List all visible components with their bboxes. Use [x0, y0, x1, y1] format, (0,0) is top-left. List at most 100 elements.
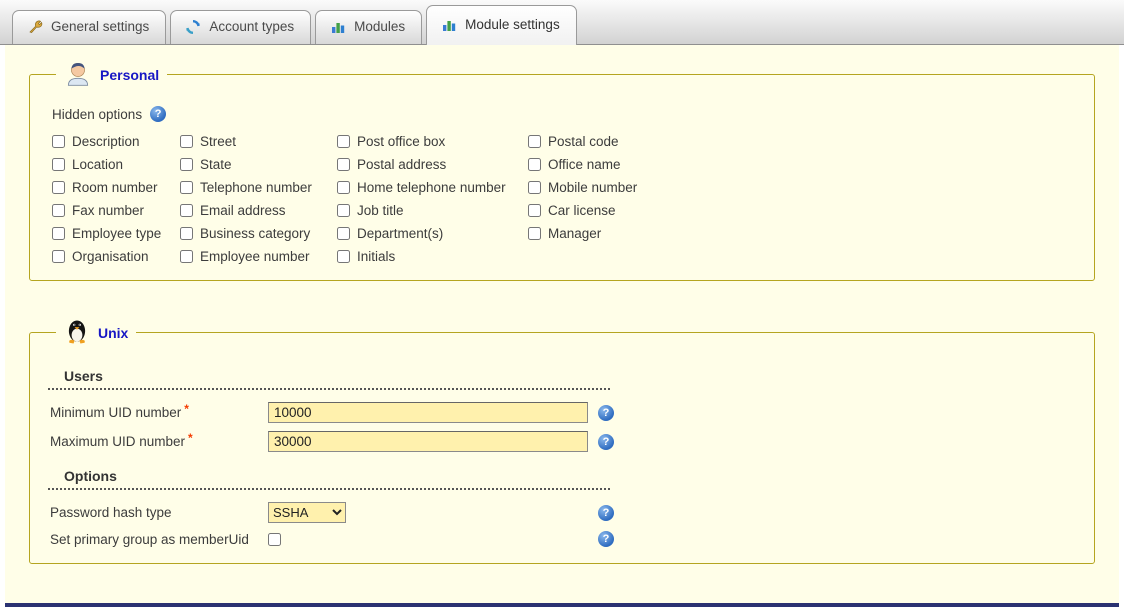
- hidden-option-label: Department(s): [357, 226, 443, 241]
- help-icon[interactable]: ?: [598, 434, 614, 450]
- hidden-option-checkbox[interactable]: [52, 135, 65, 148]
- hidden-option-checkbox[interactable]: [52, 204, 65, 217]
- help-icon[interactable]: ?: [598, 405, 614, 421]
- hidden-option-item[interactable]: Telephone number: [180, 180, 337, 195]
- content-area: Personal Hidden options ? Description Str…: [5, 45, 1119, 603]
- hidden-option-item[interactable]: Employee number: [180, 249, 337, 264]
- hidden-option-item[interactable]: Business category: [180, 226, 337, 241]
- hidden-option-checkbox[interactable]: [52, 227, 65, 240]
- required-marker: *: [188, 431, 193, 445]
- hidden-option-checkbox[interactable]: [528, 158, 541, 171]
- hidden-option-checkbox[interactable]: [337, 250, 350, 263]
- hidden-option-checkbox[interactable]: [528, 135, 541, 148]
- member-uid-checkbox[interactable]: [268, 533, 281, 546]
- hidden-option-checkbox[interactable]: [337, 227, 350, 240]
- max-uid-input[interactable]: [268, 431, 588, 452]
- hidden-option-label: Postal code: [548, 134, 619, 149]
- hidden-option-label: Street: [200, 134, 236, 149]
- hidden-options-grid: Description Street Post office box Postal c…: [52, 134, 1076, 264]
- hidden-option-checkbox[interactable]: [528, 204, 541, 217]
- hidden-option-item[interactable]: Mobile number: [528, 180, 728, 195]
- hidden-option-item[interactable]: Initials: [337, 249, 528, 264]
- hidden-option-item[interactable]: Street: [180, 134, 337, 149]
- hidden-option-label: Initials: [357, 249, 395, 264]
- password-hash-select[interactable]: SSHA: [268, 502, 346, 523]
- hidden-option-checkbox[interactable]: [180, 181, 193, 194]
- hidden-option-item[interactable]: Employee type: [52, 226, 180, 241]
- tab-label: General settings: [51, 19, 149, 34]
- hidden-option-item[interactable]: Postal address: [337, 157, 528, 172]
- modules-icon: [330, 19, 346, 35]
- person-icon: [64, 59, 92, 90]
- hidden-option-checkbox[interactable]: [337, 204, 350, 217]
- hidden-option-label: Employee type: [72, 226, 161, 241]
- max-uid-label: Maximum UID number*: [50, 434, 268, 449]
- hidden-option-label: Organisation: [72, 249, 149, 264]
- hidden-option-checkbox[interactable]: [337, 158, 350, 171]
- help-icon[interactable]: ?: [150, 106, 166, 122]
- hidden-option-item[interactable]: Fax number: [52, 203, 180, 218]
- hidden-option-item[interactable]: Post office box: [337, 134, 528, 149]
- max-uid-row: Maximum UID number* ?: [50, 431, 1076, 452]
- hidden-option-checkbox[interactable]: [52, 158, 65, 171]
- hidden-option-item[interactable]: Department(s): [337, 226, 528, 241]
- tab-label: Account types: [209, 19, 294, 34]
- hidden-option-checkbox[interactable]: [337, 135, 350, 148]
- personal-legend: Personal: [56, 59, 167, 90]
- hidden-option-checkbox[interactable]: [337, 181, 350, 194]
- hidden-option-checkbox[interactable]: [528, 181, 541, 194]
- hidden-option-item[interactable]: Location: [52, 157, 180, 172]
- hidden-option-label: Room number: [72, 180, 158, 195]
- hidden-option-checkbox[interactable]: [180, 158, 193, 171]
- hidden-option-checkbox[interactable]: [180, 135, 193, 148]
- hidden-option-label: State: [200, 157, 232, 172]
- required-marker: *: [184, 402, 189, 416]
- hidden-option-label: Business category: [200, 226, 310, 241]
- hidden-option-label: Telephone number: [200, 180, 312, 195]
- hidden-options-row: Hidden options ?: [52, 106, 1076, 122]
- tab-module-settings[interactable]: Module settings: [426, 5, 577, 45]
- users-subsection-header: Users: [48, 368, 610, 390]
- help-icon[interactable]: ?: [598, 505, 614, 521]
- unix-legend: Unix: [56, 317, 136, 348]
- hidden-option-item[interactable]: State: [180, 157, 337, 172]
- hidden-option-item[interactable]: Organisation: [52, 249, 180, 264]
- tab-general-settings[interactable]: General settings: [12, 10, 166, 44]
- hidden-option-label: Location: [72, 157, 123, 172]
- footer-bar: [5, 603, 1119, 607]
- hidden-option-label: Employee number: [200, 249, 310, 264]
- hidden-option-item[interactable]: Job title: [337, 203, 528, 218]
- hidden-option-item[interactable]: Email address: [180, 203, 337, 218]
- unix-section: Unix Users Minimum UID number* ? Maximum…: [29, 317, 1095, 564]
- hidden-option-checkbox[interactable]: [528, 227, 541, 240]
- password-hash-row: Password hash type SSHA ?: [50, 502, 1076, 523]
- hidden-option-checkbox[interactable]: [180, 227, 193, 240]
- section-title: Personal: [100, 67, 159, 83]
- section-title: Unix: [98, 325, 128, 341]
- tab-label: Modules: [354, 19, 405, 34]
- min-uid-input[interactable]: [268, 402, 588, 423]
- account-types-icon: [185, 19, 201, 35]
- hidden-option-label: Postal address: [357, 157, 446, 172]
- hidden-option-checkbox[interactable]: [52, 250, 65, 263]
- hidden-option-label: Home telephone number: [357, 180, 506, 195]
- hidden-option-item[interactable]: Home telephone number: [337, 180, 528, 195]
- hidden-option-label: Email address: [200, 203, 286, 218]
- hidden-option-item[interactable]: Postal code: [528, 134, 728, 149]
- help-icon[interactable]: ?: [598, 531, 614, 547]
- tab-modules[interactable]: Modules: [315, 10, 422, 44]
- tab-label: Module settings: [465, 17, 560, 32]
- hidden-option-item[interactable]: Car license: [528, 203, 728, 218]
- member-uid-label: Set primary group as memberUid: [50, 532, 268, 547]
- hidden-option-checkbox[interactable]: [180, 204, 193, 217]
- hidden-option-item[interactable]: Manager: [528, 226, 728, 241]
- hidden-option-label: Fax number: [72, 203, 144, 218]
- hidden-option-item[interactable]: Description: [52, 134, 180, 149]
- hidden-option-checkbox[interactable]: [52, 181, 65, 194]
- hidden-option-checkbox[interactable]: [180, 250, 193, 263]
- hidden-option-item[interactable]: Room number: [52, 180, 180, 195]
- tux-penguin-icon: [64, 317, 90, 348]
- hidden-option-label: Manager: [548, 226, 601, 241]
- hidden-option-item[interactable]: Office name: [528, 157, 728, 172]
- tab-account-types[interactable]: Account types: [170, 10, 311, 44]
